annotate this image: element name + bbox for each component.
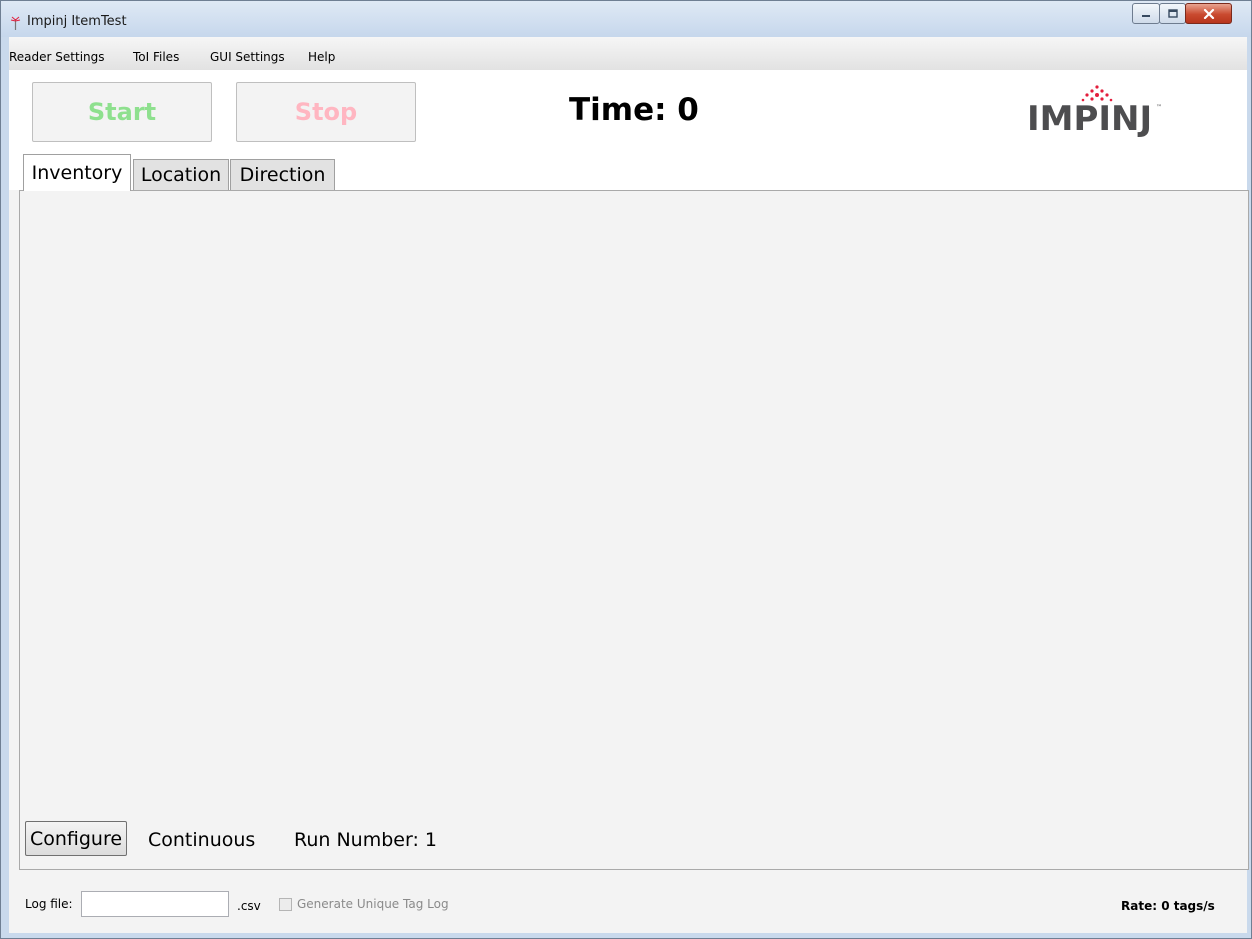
close-icon xyxy=(1203,8,1214,19)
tab-location[interactable]: Location xyxy=(133,159,229,190)
stop-button[interactable]: Stop xyxy=(236,82,416,142)
unique-tag-log-label: Generate Unique Tag Log xyxy=(297,897,449,911)
tag-rate-label: Rate: 0 tags/s xyxy=(1121,899,1215,913)
tab-direction[interactable]: Direction xyxy=(230,159,335,190)
run-mode-label: Continuous xyxy=(148,829,256,851)
window-title: Impinj ItemTest xyxy=(27,14,127,29)
inventory-panel xyxy=(19,190,1249,870)
menu-gui-settings[interactable]: GUI Settings xyxy=(210,50,285,64)
logo-text: IMPINJ xyxy=(1027,99,1152,138)
configure-button[interactable]: Configure xyxy=(25,821,127,856)
tab-inventory[interactable]: Inventory xyxy=(23,154,131,191)
menu-bar: Reader Settings ToI Files GUI Settings H… xyxy=(9,37,1247,70)
client-area: Reader Settings ToI Files GUI Settings H… xyxy=(9,37,1249,933)
close-button[interactable] xyxy=(1185,3,1232,24)
log-file-input[interactable] xyxy=(81,891,229,917)
start-button[interactable]: Start xyxy=(32,82,212,142)
impinj-logo: IMPINJ ™ xyxy=(1027,85,1162,138)
elapsed-time-label: Time: 0 xyxy=(569,92,699,128)
run-number-label: Run Number: 1 xyxy=(294,829,437,851)
menu-reader-settings[interactable]: Reader Settings xyxy=(9,50,105,64)
trademark-mark: ™ xyxy=(1156,104,1162,111)
unique-tag-log-checkbox[interactable] xyxy=(279,898,292,911)
antenna-icon xyxy=(10,16,21,30)
log-file-label: Log file: xyxy=(25,897,73,911)
csv-suffix-label: .csv xyxy=(237,899,261,913)
app-window: Impinj ItemTest Reader Settings ToI File… xyxy=(0,0,1252,939)
minimize-icon xyxy=(1142,14,1150,17)
status-bar: Log file: .csv Generate Unique Tag Log R… xyxy=(9,873,1247,933)
maximize-button[interactable] xyxy=(1159,3,1186,24)
maximize-icon xyxy=(1167,9,1178,18)
title-bar[interactable]: Impinj ItemTest xyxy=(1,1,1251,37)
minimize-button[interactable] xyxy=(1132,3,1160,24)
menu-help[interactable]: Help xyxy=(308,50,335,64)
menu-toi-files[interactable]: ToI Files xyxy=(133,50,179,64)
